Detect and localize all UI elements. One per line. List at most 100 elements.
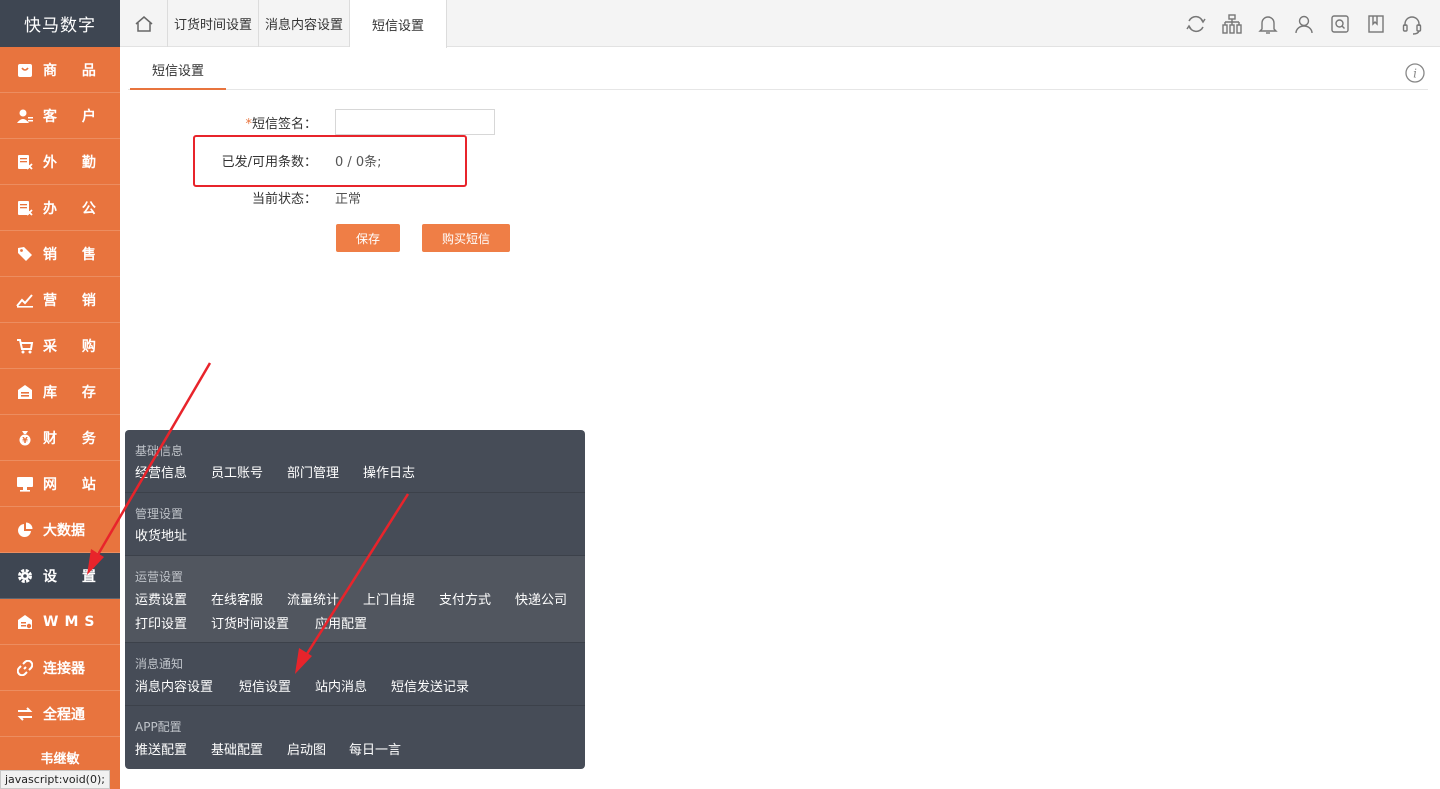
sidebar-item-field[interactable]: 外 勤 bbox=[0, 139, 120, 185]
buy-sms-button[interactable]: 购买短信 bbox=[422, 224, 510, 252]
sidebar-item-bigdata[interactable]: 大数据 bbox=[0, 507, 120, 553]
menu-link-freight-settings[interactable]: 运费设置 bbox=[135, 589, 187, 608]
refresh-icon[interactable] bbox=[1178, 13, 1214, 35]
count-row: 已发/可用条数： 0 / 0条; bbox=[120, 151, 382, 170]
sidebar-item-customer[interactable]: 客 户 bbox=[0, 93, 120, 139]
section-title: 消息通知 bbox=[135, 657, 184, 671]
pie-icon bbox=[16, 521, 34, 539]
count-label: 已发/可用条数： bbox=[221, 155, 317, 170]
signature-label: *短信签名： bbox=[120, 113, 317, 132]
menu-link-business-info[interactable]: 经营信息 bbox=[135, 462, 187, 481]
money-bag-icon: ¥ bbox=[16, 429, 34, 447]
sidebar-item-website[interactable]: 网 站 bbox=[0, 461, 120, 507]
svg-text:i: i bbox=[1413, 67, 1417, 81]
sms-signature-input[interactable] bbox=[335, 109, 495, 135]
chart-icon bbox=[16, 291, 34, 309]
office-icon bbox=[16, 199, 34, 217]
sidebar-item-office[interactable]: 办 公 bbox=[0, 185, 120, 231]
menu-link-sms-send-records[interactable]: 短信发送记录 bbox=[391, 676, 469, 695]
sidebar-item-label: 采 购 bbox=[43, 338, 106, 355]
home-tab[interactable] bbox=[120, 0, 168, 47]
sidebar-item-sales[interactable]: 销 售 bbox=[0, 231, 120, 277]
subtab-sms-settings[interactable]: 短信设置 bbox=[130, 58, 226, 90]
sidebar-item-label: 客 户 bbox=[43, 108, 106, 125]
sidebar: 快马数字 商 品 客 户 外 勤 办 公 销 售 营 销 采 购 库 存 ¥ 财… bbox=[0, 0, 126, 789]
field-icon bbox=[16, 153, 34, 171]
menu-link-operation-log[interactable]: 操作日志 bbox=[363, 462, 415, 481]
home-icon bbox=[135, 15, 152, 32]
section-title: APP配置 bbox=[135, 720, 182, 734]
user-name[interactable]: 韦继敏 bbox=[0, 738, 120, 767]
profile-icon[interactable] bbox=[1286, 13, 1322, 35]
menu-link-order-time-settings[interactable]: 订货时间设置 bbox=[211, 613, 289, 632]
svg-text:¥: ¥ bbox=[22, 436, 28, 445]
menu-section-basic-info: 基础信息 经营信息 员工账号 部门管理 操作日志 bbox=[125, 430, 585, 493]
menu-link-message-content-settings[interactable]: 消息内容设置 bbox=[135, 676, 213, 695]
menu-link-site-messages[interactable]: 站内消息 bbox=[315, 676, 367, 695]
section-title: 基础信息 bbox=[135, 444, 184, 458]
sidebar-item-label: 网 站 bbox=[43, 476, 106, 493]
browser-status-bar: javascript:void(0); bbox=[0, 770, 110, 789]
count-value: 0 / 0条; bbox=[335, 155, 382, 170]
menu-link-sms-settings[interactable]: 短信设置 bbox=[239, 676, 291, 695]
menu-link-basic-config[interactable]: 基础配置 bbox=[211, 739, 263, 758]
sidebar-item-label: 办 公 bbox=[43, 200, 106, 217]
menu-link-staff-accounts[interactable]: 员工账号 bbox=[211, 462, 263, 481]
top-tab-bar: 订货时间设置 消息内容设置 短信设置 bbox=[120, 0, 1440, 48]
gear-icon bbox=[16, 567, 34, 585]
bag-icon bbox=[16, 61, 34, 79]
sidebar-item-quanchengtong[interactable]: 全程通 bbox=[0, 691, 120, 737]
sidebar-item-inventory[interactable]: 库 存 bbox=[0, 369, 120, 415]
menu-link-shipping-address[interactable]: 收货地址 bbox=[135, 525, 187, 544]
warehouse-icon bbox=[16, 383, 34, 401]
sidebar-item-label: 营 销 bbox=[43, 292, 106, 309]
menu-section-operations: 运营设置 运费设置 在线客服 流量统计 上门自提 支付方式 快递公司 打印设置 … bbox=[125, 556, 585, 643]
menu-link-self-pickup[interactable]: 上门自提 bbox=[363, 589, 415, 608]
search-box-icon[interactable] bbox=[1322, 13, 1358, 35]
top-icon-toolbar bbox=[1178, 0, 1430, 47]
signature-label-text: 短信签名： bbox=[251, 116, 317, 132]
info-icon[interactable]: i bbox=[1404, 62, 1426, 88]
save-button[interactable]: 保存 bbox=[336, 224, 400, 252]
settings-dropdown-menu: 基础信息 经营信息 员工账号 部门管理 操作日志 管理设置 收货地址 运营设置 … bbox=[125, 430, 585, 769]
sidebar-item-label: 大数据 bbox=[43, 522, 85, 539]
sidebar-item-label: 库 存 bbox=[43, 384, 106, 401]
sidebar-item-connector[interactable]: 连接器 bbox=[0, 645, 120, 691]
sidebar-item-marketing[interactable]: 营 销 bbox=[0, 277, 120, 323]
tab-order-time-settings[interactable]: 订货时间设置 bbox=[168, 0, 260, 47]
user-icon bbox=[16, 107, 34, 125]
headset-icon[interactable] bbox=[1394, 13, 1430, 35]
sidebar-item-wms[interactable]: WMS bbox=[0, 599, 120, 645]
menu-link-push-config[interactable]: 推送配置 bbox=[135, 739, 187, 758]
sidebar-item-purchase[interactable]: 采 购 bbox=[0, 323, 120, 369]
status-value: 正常 bbox=[335, 192, 362, 207]
sidebar-item-label: 销 售 bbox=[43, 246, 106, 263]
sidebar-item-goods[interactable]: 商 品 bbox=[0, 47, 120, 93]
menu-link-online-service[interactable]: 在线客服 bbox=[211, 589, 263, 608]
app-logo[interactable]: 快马数字 bbox=[0, 0, 120, 47]
menu-link-traffic-stats[interactable]: 流量统计 bbox=[287, 589, 339, 608]
cart-icon bbox=[16, 337, 34, 355]
menu-link-splash-image[interactable]: 启动图 bbox=[287, 739, 326, 758]
sidebar-item-label: 连接器 bbox=[43, 660, 85, 677]
sidebar-item-finance[interactable]: ¥ 财 务 bbox=[0, 415, 120, 461]
menu-link-daily-quote[interactable]: 每日一言 bbox=[349, 739, 401, 758]
sidebar-item-label: 全程通 bbox=[43, 706, 85, 723]
monitor-icon bbox=[16, 475, 34, 493]
book-icon[interactable] bbox=[1358, 13, 1394, 35]
menu-link-print-settings[interactable]: 打印设置 bbox=[135, 613, 187, 632]
menu-section-app-config: APP配置 推送配置 基础配置 启动图 每日一言 bbox=[125, 706, 585, 769]
status-label: 当前状态： bbox=[251, 192, 317, 207]
section-title: 管理设置 bbox=[135, 507, 184, 521]
menu-link-courier-companies[interactable]: 快递公司 bbox=[515, 589, 567, 608]
menu-link-app-config[interactable]: 应用配置 bbox=[315, 613, 367, 632]
menu-link-department-management[interactable]: 部门管理 bbox=[287, 462, 339, 481]
status-row: 当前状态： 正常 bbox=[120, 188, 361, 207]
sidebar-item-settings[interactable]: 设 置 bbox=[0, 553, 126, 599]
menu-link-payment-methods[interactable]: 支付方式 bbox=[439, 589, 491, 608]
signature-row: *短信签名： bbox=[120, 109, 495, 135]
tab-message-content-settings[interactable]: 消息内容设置 bbox=[259, 0, 351, 47]
org-chart-icon[interactable] bbox=[1214, 13, 1250, 35]
bell-icon[interactable] bbox=[1250, 13, 1286, 35]
tab-sms-settings[interactable]: 短信设置 bbox=[350, 0, 448, 48]
